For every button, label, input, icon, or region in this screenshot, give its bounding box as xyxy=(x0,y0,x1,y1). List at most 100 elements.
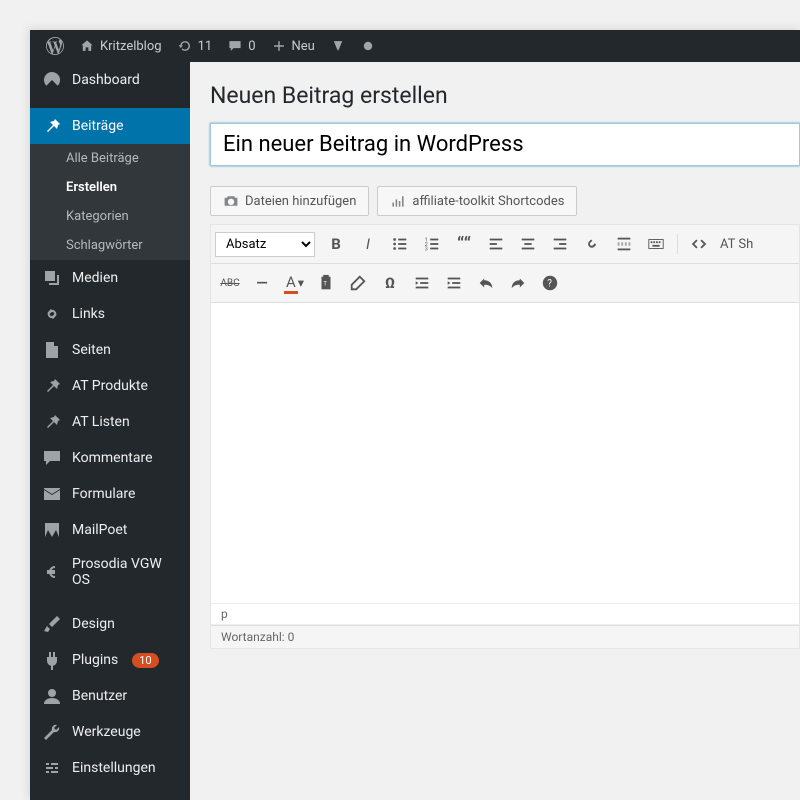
menu-tools[interactable]: Werkzeuge xyxy=(30,714,190,750)
strikethrough-button[interactable]: ABC xyxy=(215,268,245,298)
menu-label: Beiträge xyxy=(72,118,124,134)
menu-settings[interactable]: Einstellungen xyxy=(30,750,190,786)
align-center-icon xyxy=(519,235,537,253)
pin-icon xyxy=(42,116,62,136)
italic-button[interactable]: I xyxy=(353,229,383,259)
menu-label: Plugins xyxy=(72,652,118,668)
undo-icon xyxy=(477,274,495,292)
comment-icon xyxy=(228,39,242,53)
special-char-button[interactable]: Ω xyxy=(375,268,405,298)
clear-format-button[interactable] xyxy=(343,268,373,298)
envelope-icon xyxy=(42,484,62,504)
home-icon xyxy=(80,39,94,53)
align-left-icon xyxy=(487,235,505,253)
add-media-button[interactable]: Dateien hinzufügen xyxy=(210,186,369,216)
menu-design[interactable]: Design xyxy=(30,606,190,642)
link-button[interactable] xyxy=(577,229,607,259)
paste-text-button[interactable]: T xyxy=(311,268,341,298)
editor-body[interactable] xyxy=(211,303,799,603)
number-list-button[interactable]: 123 xyxy=(417,229,447,259)
plus-icon xyxy=(272,39,286,53)
outdent-icon xyxy=(413,274,431,292)
clipboard-icon: T xyxy=(317,274,335,292)
post-title-input[interactable] xyxy=(210,123,800,166)
menu-label: Werkzeuge xyxy=(72,724,141,740)
readmore-icon xyxy=(615,235,633,253)
site-name-label: Kritzelblog xyxy=(100,39,162,54)
hr-button[interactable]: — xyxy=(247,268,277,298)
menu-at-lists[interactable]: AT Listen xyxy=(30,404,190,440)
link-icon xyxy=(583,235,601,253)
wp-logo[interactable] xyxy=(38,30,72,62)
menu-dashboard[interactable]: Dashboard xyxy=(30,62,190,98)
list-ol-icon: 123 xyxy=(423,235,441,253)
menu-label: AT Produkte xyxy=(72,378,148,394)
extra-link[interactable] xyxy=(353,30,383,62)
editor-path: p xyxy=(211,603,799,625)
blockquote-button[interactable]: ““ xyxy=(449,229,479,259)
yoast-link[interactable] xyxy=(323,30,353,62)
align-right-button[interactable] xyxy=(545,229,575,259)
submenu-all-posts[interactable]: Alle Beiträge xyxy=(30,144,190,173)
menu-label: Kommentare xyxy=(72,450,153,466)
at-shortcodes-label[interactable]: AT Sh xyxy=(716,237,757,252)
new-label: Neu xyxy=(292,39,315,54)
svg-text:T: T xyxy=(323,280,327,288)
menu-label: MailPoet xyxy=(72,522,127,538)
undo-button[interactable] xyxy=(471,268,501,298)
page-icon xyxy=(42,340,62,360)
menu-links[interactable]: Links xyxy=(30,296,190,332)
wrench-icon xyxy=(42,722,62,742)
camera-icon xyxy=(223,193,239,209)
toolbar-toggle-button[interactable] xyxy=(641,229,671,259)
list-ul-icon xyxy=(391,235,409,253)
code-button[interactable] xyxy=(684,229,714,259)
menu-label: Design xyxy=(72,616,115,632)
updates-link[interactable]: 11 xyxy=(170,30,221,62)
indent-icon xyxy=(445,274,463,292)
outdent-button[interactable] xyxy=(407,268,437,298)
menu-plugins[interactable]: Plugins 10 xyxy=(30,642,190,678)
menu-pages[interactable]: Seiten xyxy=(30,332,190,368)
menu-prosodia[interactable]: Prosodia VGW OS xyxy=(30,548,190,596)
chart-icon xyxy=(390,193,406,209)
help-icon: ? xyxy=(541,274,559,292)
menu-posts[interactable]: Beiträge xyxy=(30,108,190,144)
affiliate-label: affiliate-toolkit Shortcodes xyxy=(412,194,564,209)
bold-button[interactable]: B xyxy=(321,229,351,259)
new-content-link[interactable]: Neu xyxy=(264,30,323,62)
wordpress-icon xyxy=(46,37,64,55)
align-center-button[interactable] xyxy=(513,229,543,259)
site-name-link[interactable]: Kritzelblog xyxy=(72,30,170,62)
pin-icon xyxy=(42,412,62,432)
help-button[interactable]: ? xyxy=(535,268,565,298)
plugins-update-badge: 10 xyxy=(132,653,158,668)
menu-label: Dashboard xyxy=(72,72,140,88)
bullet-list-button[interactable] xyxy=(385,229,415,259)
comments-count: 0 xyxy=(248,39,255,54)
affiliate-shortcodes-button[interactable]: affiliate-toolkit Shortcodes xyxy=(377,186,577,216)
media-buttons-row: Dateien hinzufügen affiliate-toolkit Sho… xyxy=(210,186,800,216)
submenu-create[interactable]: Erstellen xyxy=(30,173,190,202)
submenu-tags[interactable]: Schlagwörter xyxy=(30,231,190,260)
menu-forms[interactable]: Formulare xyxy=(30,476,190,512)
indent-button[interactable] xyxy=(439,268,469,298)
format-select[interactable]: Absatz xyxy=(215,232,315,257)
menu-label: AT Listen xyxy=(72,414,130,430)
comment-icon xyxy=(42,448,62,468)
submenu-categories[interactable]: Kategorien xyxy=(30,202,190,231)
page-title: Neuen Beitrag erstellen xyxy=(210,82,800,109)
align-left-button[interactable] xyxy=(481,229,511,259)
plugin-icon xyxy=(42,650,62,670)
redo-button[interactable] xyxy=(503,268,533,298)
menu-mailpoet[interactable]: MailPoet xyxy=(30,512,190,548)
menu-at-products[interactable]: AT Produkte xyxy=(30,368,190,404)
menu-comments[interactable]: Kommentare xyxy=(30,440,190,476)
menu-media[interactable]: Medien xyxy=(30,260,190,296)
pin-icon xyxy=(42,376,62,396)
svg-text:?: ? xyxy=(547,279,552,290)
comments-link[interactable]: 0 xyxy=(220,30,263,62)
menu-users[interactable]: Benutzer xyxy=(30,678,190,714)
readmore-button[interactable] xyxy=(609,229,639,259)
textcolor-button[interactable]: A▾ xyxy=(279,268,309,298)
